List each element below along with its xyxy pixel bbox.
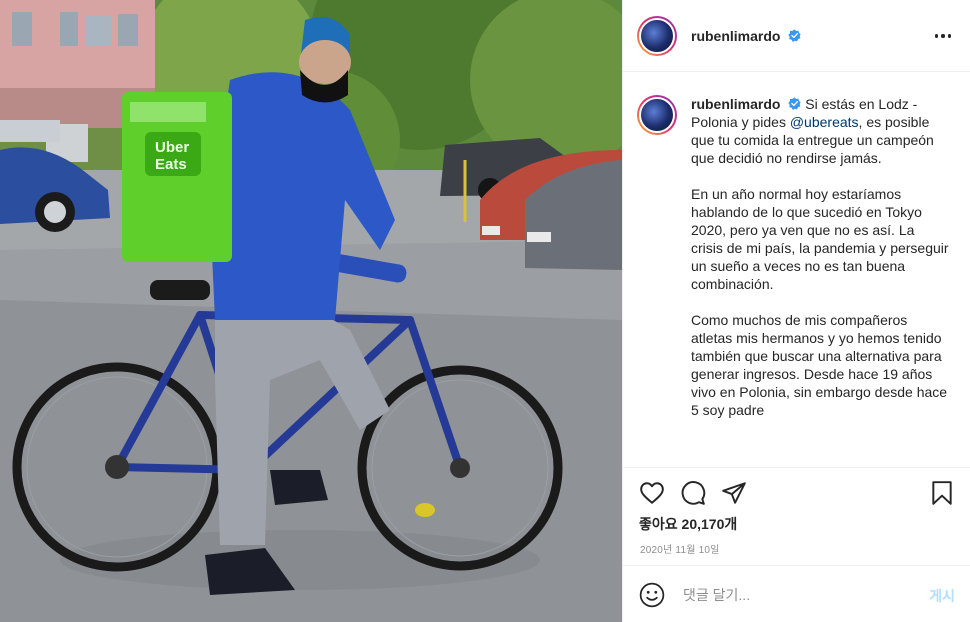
more-options-icon[interactable] (931, 24, 955, 48)
photo-image: Uber Eats (0, 0, 622, 622)
caption-text: rubenlimardo Si estás en Lodz - Polonia … (691, 95, 949, 437)
verified-badge-icon (788, 28, 802, 42)
emoji-icon[interactable] (639, 582, 665, 608)
post-comment-button[interactable]: 게시 (929, 586, 955, 606)
avatar[interactable] (637, 15, 677, 56)
caption-username[interactable]: rubenlimardo (691, 96, 780, 112)
caption-row: rubenlimardo Si estás en Lodz - Polonia … (637, 95, 957, 437)
mention-link[interactable]: @ubereats (790, 114, 859, 130)
post-photo[interactable]: Uber Eats (0, 0, 622, 622)
caption-area[interactable]: rubenlimardo Si estás en Lodz - Polonia … (623, 73, 970, 467)
bag-logo-eats: Eats (155, 156, 187, 173)
caption-paragraph-3: Como muchos de mis compañeros atletas mi… (691, 312, 948, 418)
likes-count[interactable]: 좋아요 20,170개 (639, 514, 737, 534)
send-icon[interactable] (721, 480, 747, 506)
post-details-panel: rubenlimardo rubenlimardo Si estás en Lo… (622, 0, 970, 622)
caption-avatar[interactable] (637, 95, 677, 135)
action-icons (639, 480, 959, 506)
post-actions: 좋아요 20,170개 2020년 11월 10일 게시 (623, 467, 970, 622)
post-header: rubenlimardo (623, 0, 970, 72)
comment-bar: 게시 (623, 565, 970, 622)
comment-icon[interactable] (680, 480, 706, 506)
caption-paragraph-1: rubenlimardo Si estás en Lodz - Polonia … (691, 95, 949, 167)
heart-icon[interactable] (639, 480, 665, 506)
header-username[interactable]: rubenlimardo (691, 28, 802, 44)
comment-input[interactable] (683, 587, 903, 603)
bag-logo-uber: Uber (155, 139, 189, 156)
caption-paragraph-2: En un año normal hoy estaríamos hablando… (691, 186, 949, 292)
bookmark-icon[interactable] (929, 480, 955, 506)
post-date[interactable]: 2020년 11월 10일 (640, 541, 720, 556)
verified-badge-icon (788, 97, 802, 110)
